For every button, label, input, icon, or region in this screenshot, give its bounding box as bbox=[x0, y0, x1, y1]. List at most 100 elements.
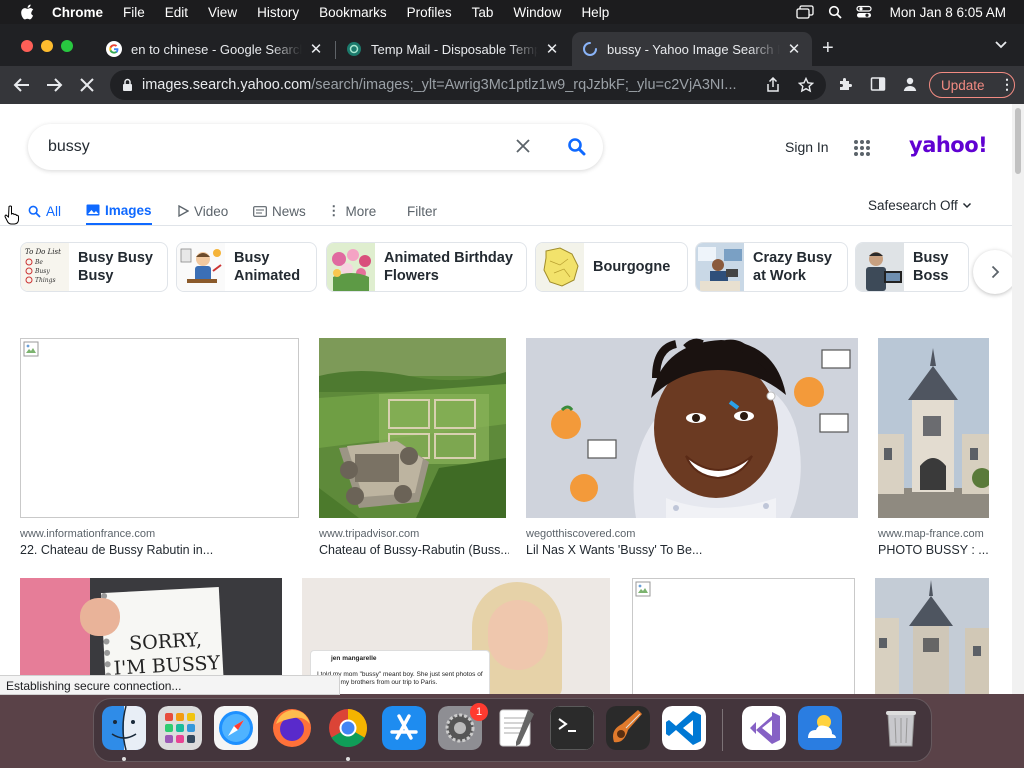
close-tab-icon[interactable]: ✕ bbox=[544, 40, 560, 58]
svg-text:Busy: Busy bbox=[34, 268, 50, 275]
dock-separator bbox=[722, 709, 723, 751]
tab-images[interactable]: Images bbox=[86, 197, 152, 225]
menu-history[interactable]: History bbox=[257, 5, 299, 20]
tab-all[interactable]: All bbox=[28, 197, 61, 225]
control-center-icon[interactable] bbox=[856, 5, 872, 19]
search-input[interactable] bbox=[48, 138, 488, 156]
tab-video[interactable]: Video bbox=[178, 197, 228, 225]
zoom-window-button[interactable] bbox=[61, 40, 73, 52]
tab-news[interactable]: News bbox=[253, 197, 306, 225]
clear-search-icon[interactable] bbox=[514, 137, 532, 155]
image-result-broken[interactable] bbox=[20, 338, 299, 518]
result-source[interactable]: www.informationfrance.com bbox=[20, 528, 155, 540]
menu-bookmarks[interactable]: Bookmarks bbox=[319, 5, 387, 20]
profile-avatar-icon[interactable] bbox=[902, 76, 918, 92]
extensions-puzzle-icon[interactable] bbox=[838, 76, 854, 92]
related-search-pill[interactable]: Busy Animated bbox=[176, 242, 317, 292]
back-arrow-icon[interactable] bbox=[13, 76, 31, 94]
menu-app-name[interactable]: Chrome bbox=[52, 5, 103, 20]
kebab-menu-icon[interactable]: ⋮ bbox=[1000, 76, 1014, 93]
search-small-icon bbox=[28, 205, 41, 218]
close-tab-icon[interactable]: ✕ bbox=[786, 40, 802, 58]
launchpad-icon[interactable] bbox=[158, 706, 202, 750]
related-search-pill[interactable]: To Do List Be Busy Things Busy Busy Busy bbox=[20, 242, 168, 292]
result-source[interactable]: wegotthiscovered.com bbox=[526, 528, 635, 540]
terminal-icon[interactable] bbox=[550, 706, 594, 750]
image-result-bussy-tower[interactable] bbox=[878, 338, 989, 518]
yahoo-logo[interactable]: yahoo! bbox=[909, 133, 988, 157]
related-search-pill[interactable]: Busy Boss bbox=[855, 242, 969, 292]
finder-icon[interactable] bbox=[102, 706, 146, 750]
related-search-pill[interactable]: Bourgogne bbox=[535, 242, 688, 292]
tab-title: en to chinese - Google Search bbox=[131, 41, 302, 57]
image-result-tweet-woman[interactable]: jen mangarelle I told my mom "bussy" mea… bbox=[302, 578, 610, 694]
url-path: /search/images;_ylt=Awrig3Mc1ptlz1w9_rqJ… bbox=[311, 77, 737, 93]
visual-studio-icon[interactable] bbox=[742, 706, 786, 750]
tweet-text: I told my mom "bussy" meant boy. She jus… bbox=[317, 671, 483, 686]
menubar-clock[interactable]: Mon Jan 8 6:05 AM bbox=[890, 5, 1006, 20]
image-result-lil-nas-x[interactable] bbox=[526, 338, 858, 518]
image-result-street-tower[interactable] bbox=[875, 578, 989, 694]
lock-icon[interactable] bbox=[122, 78, 133, 92]
update-chrome-button[interactable]: Update ⋮ bbox=[929, 72, 1015, 98]
spotlight-search-icon[interactable] bbox=[828, 5, 842, 19]
scrollbar-thumb[interactable] bbox=[1015, 108, 1021, 174]
menu-profiles[interactable]: Profiles bbox=[407, 5, 452, 20]
new-tab-button[interactable]: + bbox=[822, 38, 834, 58]
apple-logo-icon[interactable] bbox=[20, 4, 34, 20]
related-next-button[interactable] bbox=[973, 250, 1012, 294]
close-tab-icon[interactable]: ✕ bbox=[308, 40, 324, 58]
address-bar[interactable]: images.search.yahoo.com/search/images;_y… bbox=[110, 70, 826, 100]
forward-arrow-icon[interactable] bbox=[45, 76, 63, 94]
menu-window[interactable]: Window bbox=[513, 5, 561, 20]
image-result-broken[interactable] bbox=[632, 578, 855, 694]
tab-yahoo-images[interactable]: bussy - Yahoo Image Search Results ✕ bbox=[572, 32, 812, 66]
svg-text:Things: Things bbox=[35, 277, 56, 284]
menu-file[interactable]: File bbox=[123, 5, 145, 20]
result-title[interactable]: Chateau of Bussy-Rabutin (Buss... bbox=[319, 543, 509, 557]
filter-button[interactable]: Filter bbox=[407, 197, 437, 225]
safesearch-dropdown[interactable]: Safesearch Off bbox=[868, 198, 972, 213]
app-store-icon[interactable] bbox=[382, 706, 426, 750]
related-search-label: Busy Busy Busy bbox=[78, 250, 153, 284]
image-result-chateau-aerial[interactable] bbox=[319, 338, 506, 518]
share-icon[interactable] bbox=[766, 77, 780, 93]
result-title[interactable]: Lil Nas X Wants 'Bussy' To Be... bbox=[526, 543, 858, 557]
related-search-pill[interactable]: Crazy Busy at Work bbox=[695, 242, 848, 292]
tab-search-chevron-icon[interactable] bbox=[994, 40, 1008, 50]
menu-help[interactable]: Help bbox=[581, 5, 609, 20]
firefox-icon[interactable] bbox=[270, 706, 314, 750]
tab-google-search[interactable]: en to chinese - Google Search ✕ bbox=[96, 32, 334, 66]
tab-temp-mail[interactable]: Temp Mail - Disposable Temporary Email ✕ bbox=[336, 32, 570, 66]
weather-icon[interactable] bbox=[798, 706, 842, 750]
result-title[interactable]: 22. Chateau de Bussy Rabutin in... bbox=[20, 543, 299, 557]
garageband-icon[interactable] bbox=[606, 706, 650, 750]
result-source[interactable]: www.tripadvisor.com bbox=[319, 528, 419, 540]
related-search-label: Animated Birthday Flowers bbox=[384, 250, 513, 284]
apps-grid-icon[interactable] bbox=[853, 139, 871, 157]
textedit-icon[interactable] bbox=[494, 706, 538, 750]
vscode-icon[interactable] bbox=[662, 706, 706, 750]
safari-icon[interactable] bbox=[214, 706, 258, 750]
screen-mirroring-icon[interactable] bbox=[796, 5, 814, 19]
woman-face bbox=[488, 600, 548, 670]
tab-more[interactable]: ⋮ More bbox=[327, 197, 376, 225]
safesearch-label: Safesearch Off bbox=[868, 198, 958, 213]
page-scrollbar[interactable] bbox=[1012, 104, 1024, 694]
related-search-pill[interactable]: Animated Birthday Flowers bbox=[326, 242, 527, 292]
close-window-button[interactable] bbox=[21, 40, 33, 52]
menu-tab[interactable]: Tab bbox=[472, 5, 494, 20]
trash-icon[interactable] bbox=[879, 706, 923, 750]
bookmark-star-icon[interactable] bbox=[798, 77, 814, 93]
side-panel-icon[interactable] bbox=[870, 76, 886, 92]
chrome-icon[interactable] bbox=[326, 706, 370, 750]
menu-view[interactable]: View bbox=[208, 5, 237, 20]
result-source[interactable]: www.map-france.com bbox=[878, 528, 984, 540]
related-searches: To Do List Be Busy Things Busy Busy Busy Bu… bbox=[20, 242, 1000, 292]
search-icon[interactable] bbox=[567, 137, 586, 156]
minimize-window-button[interactable] bbox=[41, 40, 53, 52]
stop-loading-icon[interactable] bbox=[78, 76, 96, 94]
menu-edit[interactable]: Edit bbox=[165, 5, 188, 20]
sign-in-link[interactable]: Sign In bbox=[785, 139, 829, 155]
result-title[interactable]: PHOTO BUSSY : ... bbox=[878, 543, 989, 557]
